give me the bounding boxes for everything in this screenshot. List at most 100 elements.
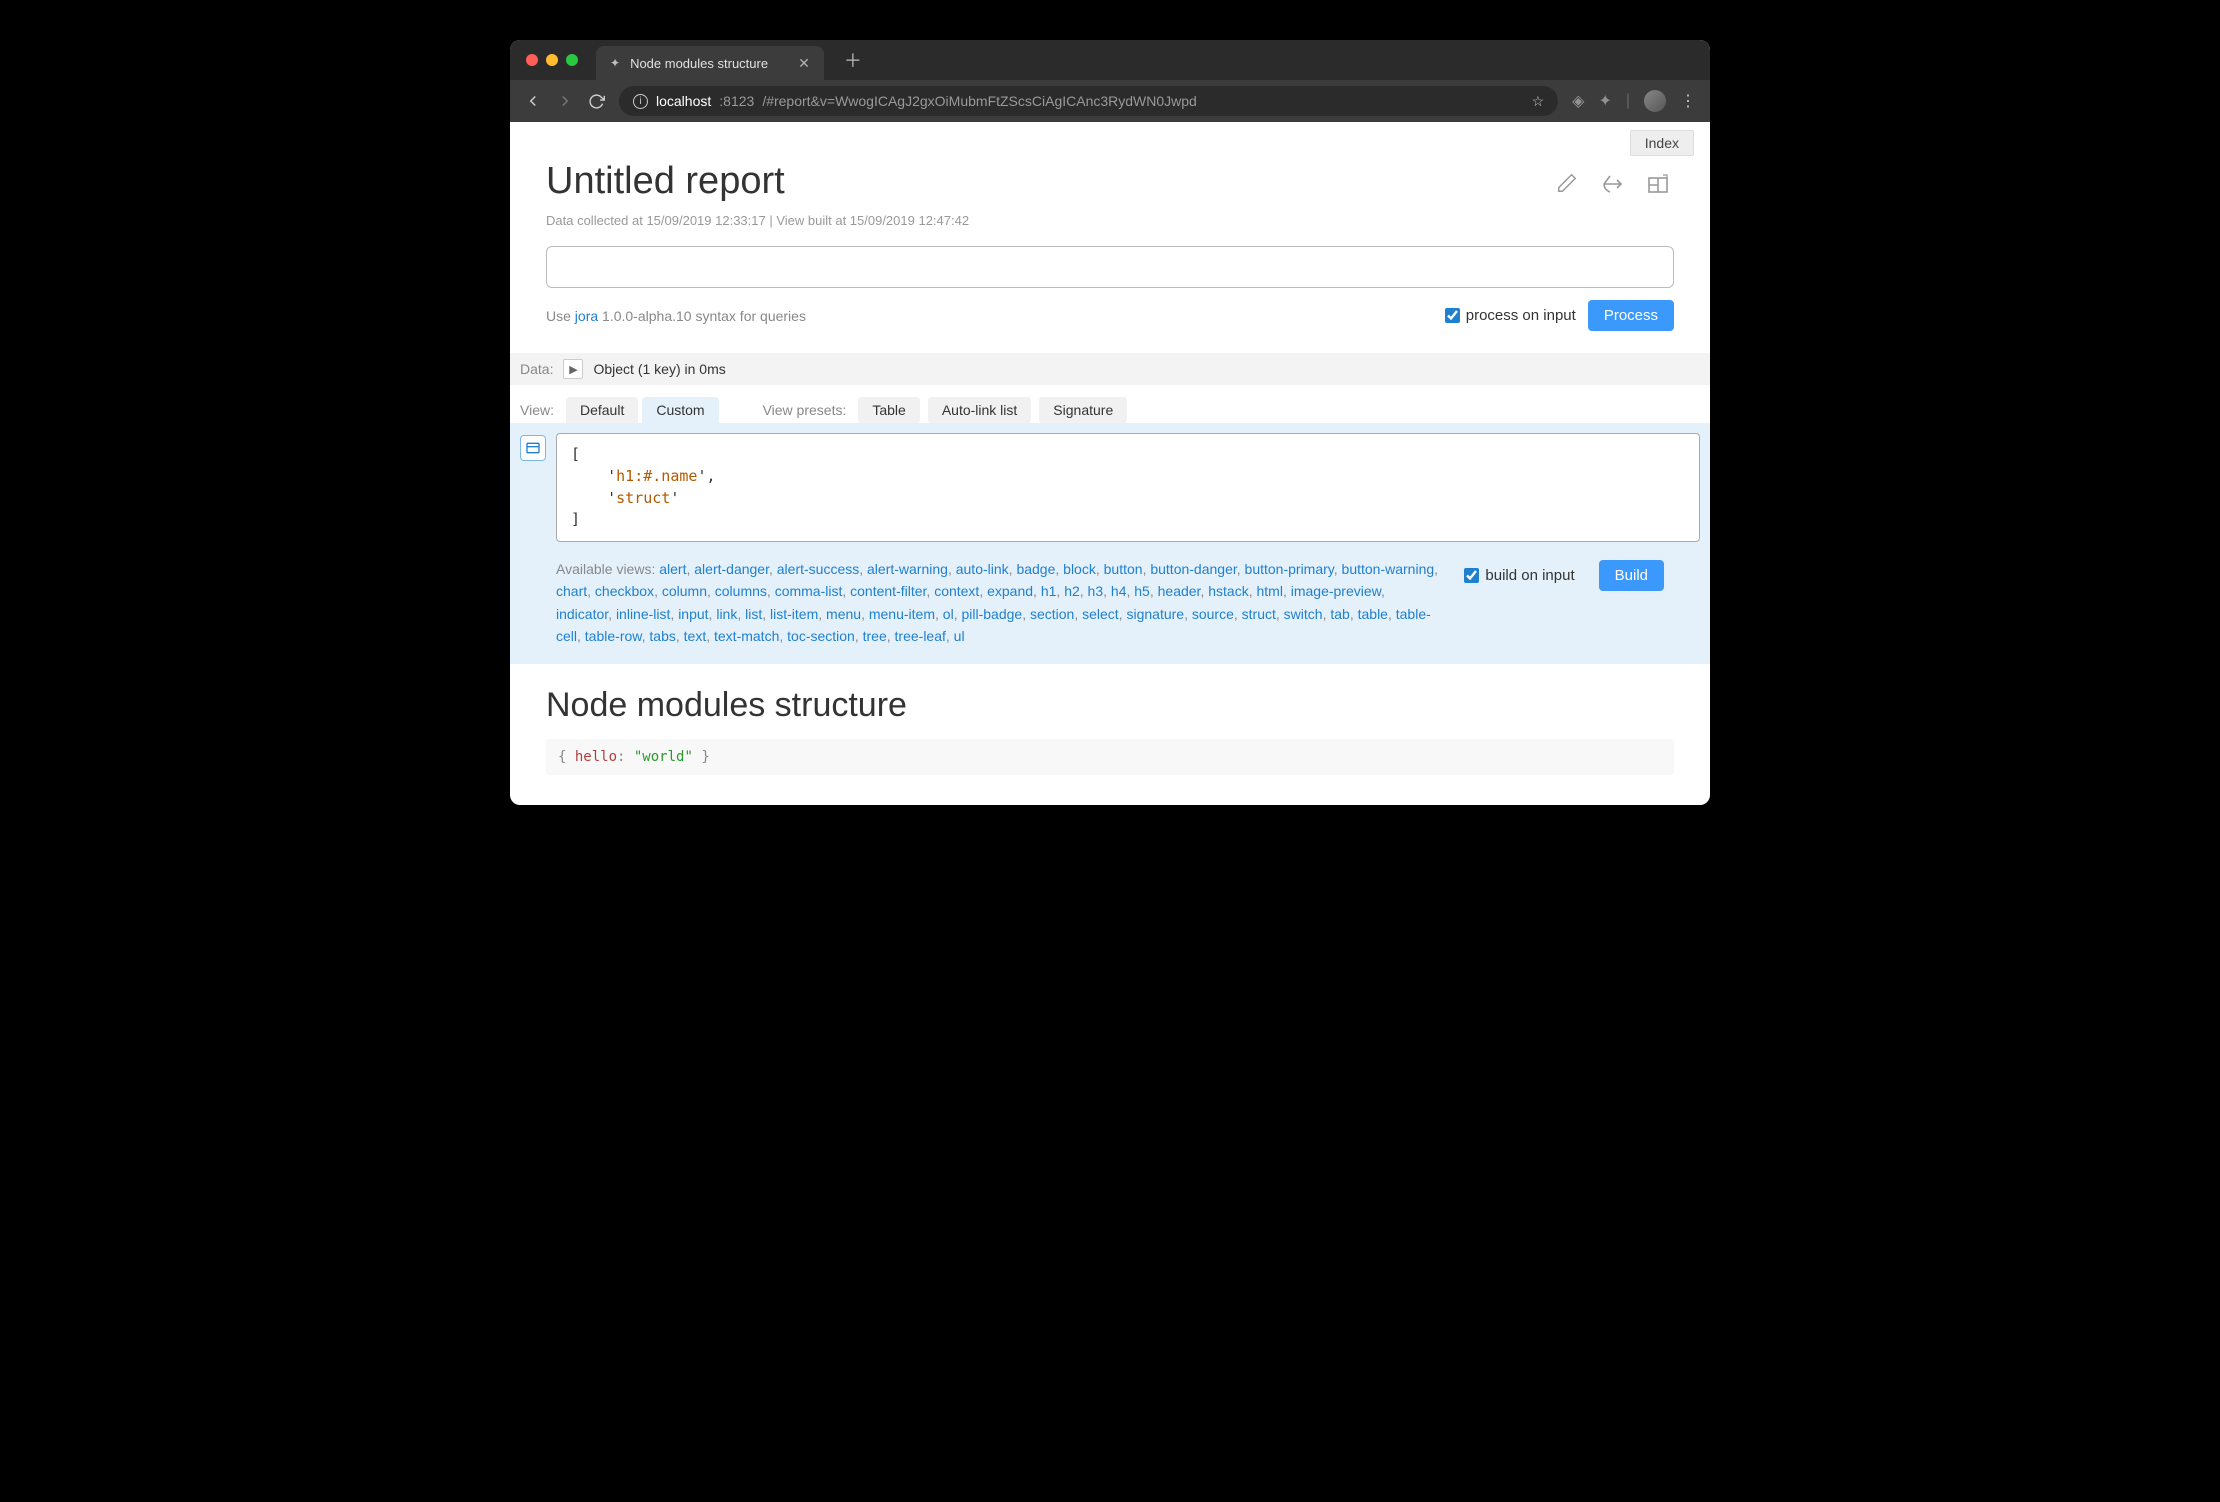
editor-toggle-icon[interactable] xyxy=(520,435,546,461)
view-link-comma-list[interactable]: comma-list xyxy=(775,583,843,599)
presets-label: View presets: xyxy=(763,402,847,418)
bookmark-star-icon[interactable]: ☆ xyxy=(1532,93,1545,110)
view-link-context[interactable]: context xyxy=(934,583,979,599)
preset-signature[interactable]: Signature xyxy=(1039,397,1127,423)
view-link-ul[interactable]: ul xyxy=(954,628,965,644)
view-link-source[interactable]: source xyxy=(1192,606,1234,622)
process-on-input-input[interactable] xyxy=(1445,308,1460,323)
output-struct[interactable]: { hello: "world" } xyxy=(546,739,1674,775)
view-link-switch[interactable]: switch xyxy=(1284,606,1323,622)
view-link-expand[interactable]: expand xyxy=(987,583,1033,599)
tab-close-icon[interactable]: ✕ xyxy=(798,55,810,72)
build-button[interactable]: Build xyxy=(1599,560,1664,591)
view-link-h5[interactable]: h5 xyxy=(1134,583,1150,599)
view-link-columns[interactable]: columns xyxy=(715,583,767,599)
view-link-h3[interactable]: h3 xyxy=(1088,583,1104,599)
view-link-tree-leaf[interactable]: tree-leaf xyxy=(895,628,946,644)
view-link-list[interactable]: list xyxy=(745,606,762,622)
share-icon[interactable] xyxy=(1596,168,1628,205)
preset-autolink[interactable]: Auto-link list xyxy=(928,397,1031,423)
forward-icon[interactable] xyxy=(556,92,574,110)
tab-custom[interactable]: Custom xyxy=(642,397,718,423)
expand-caret-icon[interactable]: ▶ xyxy=(563,359,583,379)
view-link-button-warning[interactable]: button-warning xyxy=(1342,561,1435,577)
reload-icon[interactable] xyxy=(588,93,605,110)
view-link-button-primary[interactable]: button-primary xyxy=(1245,561,1334,577)
process-on-input-checkbox[interactable]: process on input xyxy=(1445,307,1576,324)
profile-avatar[interactable] xyxy=(1644,90,1666,112)
view-link-text[interactable]: text xyxy=(684,628,707,644)
view-link-indicator[interactable]: indicator xyxy=(556,606,608,622)
url-port: :8123 xyxy=(719,93,754,109)
view-link-auto-link[interactable]: auto-link xyxy=(956,561,1009,577)
view-link-text-match[interactable]: text-match xyxy=(714,628,779,644)
view-link-column[interactable]: column xyxy=(662,583,707,599)
index-button[interactable]: Index xyxy=(1630,130,1694,156)
view-link-signature[interactable]: signature xyxy=(1126,606,1184,622)
view-link-select[interactable]: select xyxy=(1082,606,1119,622)
tab-default[interactable]: Default xyxy=(566,397,638,423)
view-link-h2[interactable]: h2 xyxy=(1064,583,1080,599)
view-link-content-filter[interactable]: content-filter xyxy=(850,583,926,599)
url-host: localhost xyxy=(656,93,711,109)
site-info-icon[interactable]: i xyxy=(633,94,648,109)
view-link-alert-danger[interactable]: alert-danger xyxy=(694,561,769,577)
view-link-h4[interactable]: h4 xyxy=(1111,583,1127,599)
view-link-hstack[interactable]: hstack xyxy=(1208,583,1248,599)
build-on-input-checkbox[interactable]: build on input xyxy=(1464,567,1574,584)
view-label: View: xyxy=(520,402,554,418)
extension-icon-2[interactable]: ✦ xyxy=(1598,91,1611,111)
build-on-input-input[interactable] xyxy=(1464,568,1479,583)
extension-icon[interactable]: ◈ xyxy=(1572,91,1584,111)
view-link-menu-item[interactable]: menu-item xyxy=(869,606,935,622)
layout-icon[interactable] xyxy=(1642,168,1674,205)
view-link-block[interactable]: block xyxy=(1063,561,1096,577)
edit-icon[interactable] xyxy=(1552,168,1582,203)
view-link-toc-section[interactable]: toc-section xyxy=(787,628,855,644)
preset-table[interactable]: Table xyxy=(858,397,919,423)
view-link-alert-warning[interactable]: alert-warning xyxy=(867,561,948,577)
view-link-ol[interactable]: ol xyxy=(943,606,954,622)
view-link-button-danger[interactable]: button-danger xyxy=(1150,561,1236,577)
view-link-image-preview[interactable]: image-preview xyxy=(1291,583,1381,599)
view-link-alert[interactable]: alert xyxy=(659,561,686,577)
view-link-chart[interactable]: chart xyxy=(556,583,587,599)
view-link-section[interactable]: section xyxy=(1030,606,1074,622)
view-link-menu[interactable]: menu xyxy=(826,606,861,622)
data-summary-row: Data: ▶ Object (1 key) in 0ms xyxy=(510,353,1710,385)
new-tab-button[interactable]: ＋ xyxy=(844,47,862,73)
view-link-link[interactable]: link xyxy=(716,606,737,622)
data-label: Data: xyxy=(520,361,553,377)
view-link-input[interactable]: input xyxy=(678,606,708,622)
jora-link[interactable]: jora xyxy=(575,308,598,324)
available-views-row: Available views: alert, alert-danger, al… xyxy=(510,552,1710,664)
window-minimize-icon[interactable] xyxy=(546,54,558,66)
browser-menu-icon[interactable]: ⋮ xyxy=(1680,91,1696,111)
view-link-button[interactable]: button xyxy=(1104,561,1143,577)
view-link-html[interactable]: html xyxy=(1256,583,1282,599)
view-link-tree[interactable]: tree xyxy=(863,628,887,644)
view-link-badge[interactable]: badge xyxy=(1016,561,1055,577)
window-maximize-icon[interactable] xyxy=(566,54,578,66)
view-link-table[interactable]: table xyxy=(1358,606,1388,622)
view-link-checkbox[interactable]: checkbox xyxy=(595,583,654,599)
view-link-header[interactable]: header xyxy=(1158,583,1201,599)
output-heading: Node modules structure xyxy=(510,664,1710,739)
view-link-pill-badge[interactable]: pill-badge xyxy=(961,606,1022,622)
process-button[interactable]: Process xyxy=(1588,300,1674,331)
preset-buttons: Table Auto-link list Signature xyxy=(858,397,1127,423)
url-field[interactable]: i localhost:8123/#report&v=WwogICAgJ2gxO… xyxy=(619,86,1558,116)
view-link-tabs[interactable]: tabs xyxy=(649,628,675,644)
view-link-h1[interactable]: h1 xyxy=(1041,583,1057,599)
view-code-editor[interactable]: [ 'h1:#.name', 'struct' ] xyxy=(556,433,1700,542)
view-link-alert-success[interactable]: alert-success xyxy=(777,561,859,577)
query-input[interactable] xyxy=(546,246,1674,288)
window-close-icon[interactable] xyxy=(526,54,538,66)
view-link-table-row[interactable]: table-row xyxy=(585,628,642,644)
view-link-tab[interactable]: tab xyxy=(1330,606,1349,622)
browser-tab[interactable]: ✦ Node modules structure ✕ xyxy=(596,46,824,80)
back-icon[interactable] xyxy=(524,92,542,110)
view-link-list-item[interactable]: list-item xyxy=(770,606,818,622)
view-link-struct[interactable]: struct xyxy=(1242,606,1276,622)
view-link-inline-list[interactable]: inline-list xyxy=(616,606,670,622)
